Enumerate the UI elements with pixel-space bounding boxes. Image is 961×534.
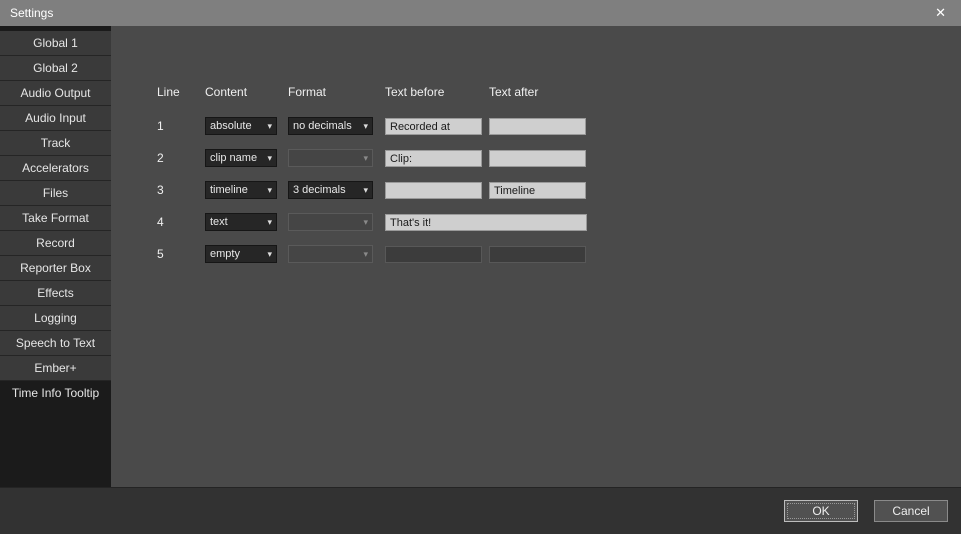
chevron-down-icon: ▾ [267,122,272,131]
format-dropdown[interactable]: no decimals ▾ [288,117,373,135]
dropdown-value: timeline [210,184,267,196]
header-content: Content [205,85,288,99]
text-after-input[interactable] [489,118,586,135]
table-row: 5 empty ▾ ▾ [111,238,961,270]
sidebar-item-time-info-tooltip[interactable]: Time Info Tooltip [0,381,111,406]
window-title: Settings [10,6,930,20]
sidebar-item-ember-plus[interactable]: Ember+ [0,356,111,381]
chevron-down-icon: ▾ [267,186,272,195]
table-row: 4 text ▾ ▾ [111,206,961,238]
dropdown-value: text [210,216,267,228]
close-icon[interactable]: ✕ [930,5,951,21]
sidebar-item-logging[interactable]: Logging [0,306,111,331]
cancel-button[interactable]: Cancel [874,500,948,522]
sidebar-item-effects[interactable]: Effects [0,281,111,306]
line-number: 4 [157,215,205,229]
sidebar-item-global-2[interactable]: Global 2 [0,56,111,81]
dropdown-value: no decimals [293,120,363,132]
line-number: 3 [157,183,205,197]
format-dropdown: ▾ [288,245,373,263]
table-header-row: Line Content Format Text before Text aft… [111,82,961,102]
text-before-input[interactable] [385,182,482,199]
sidebar-item-record[interactable]: Record [0,231,111,256]
table-row: 3 timeline ▾ 3 decimals ▾ [111,174,961,206]
format-dropdown[interactable]: 3 decimals ▾ [288,181,373,199]
header-line: Line [157,85,205,99]
header-text-after: Text after [489,85,593,99]
sidebar-item-take-format[interactable]: Take Format [0,206,111,231]
chevron-down-icon: ▾ [267,154,272,163]
sidebar-item-speech-to-text[interactable]: Speech to Text [0,331,111,356]
dropdown-value: absolute [210,120,267,132]
chevron-down-icon: ▾ [363,250,368,259]
table-row: 1 absolute ▾ no decimals ▾ [111,110,961,142]
ok-button[interactable]: OK [784,500,858,522]
dialog-footer: OK Cancel [0,487,961,534]
line-number: 5 [157,247,205,261]
line-number: 1 [157,119,205,133]
content-dropdown[interactable]: timeline ▾ [205,181,277,199]
text-before-input[interactable] [385,118,482,135]
title-bar: Settings ✕ [0,0,961,26]
content-dropdown[interactable]: absolute ▾ [205,117,277,135]
sidebar-item-accelerators[interactable]: Accelerators [0,156,111,181]
text-before-input [385,246,482,263]
sidebar-item-files[interactable]: Files [0,181,111,206]
header-text-before: Text before [385,85,489,99]
text-input[interactable] [385,214,587,231]
line-number: 2 [157,151,205,165]
text-after-input[interactable] [489,150,586,167]
chevron-down-icon: ▾ [363,154,368,163]
sidebar-item-reporter-box[interactable]: Reporter Box [0,256,111,281]
content-dropdown[interactable]: empty ▾ [205,245,277,263]
time-info-tooltip-panel: Line Content Format Text before Text aft… [111,26,961,487]
sidebar-item-track[interactable]: Track [0,131,111,156]
chevron-down-icon: ▾ [363,186,368,195]
dropdown-value: empty [210,248,267,260]
format-dropdown: ▾ [288,149,373,167]
chevron-down-icon: ▾ [267,218,272,227]
chevron-down-icon: ▾ [267,250,272,259]
dialog-body: Global 1 Global 2 Audio Output Audio Inp… [0,26,961,487]
content-dropdown[interactable]: clip name ▾ [205,149,277,167]
dropdown-value: 3 decimals [293,184,363,196]
table-row: 2 clip name ▾ ▾ [111,142,961,174]
chevron-down-icon: ▾ [363,218,368,227]
header-format: Format [288,85,385,99]
dropdown-value: clip name [210,152,267,164]
text-after-input[interactable] [489,182,586,199]
text-after-input [489,246,586,263]
format-dropdown: ▾ [288,213,373,231]
sidebar-item-audio-input[interactable]: Audio Input [0,106,111,131]
sidebar-item-global-1[interactable]: Global 1 [0,31,111,56]
settings-sidebar: Global 1 Global 2 Audio Output Audio Inp… [0,26,111,487]
chevron-down-icon: ▾ [363,122,368,131]
text-before-input[interactable] [385,150,482,167]
content-dropdown[interactable]: text ▾ [205,213,277,231]
settings-window: Settings ✕ Global 1 Global 2 Audio Outpu… [0,0,961,534]
sidebar-item-audio-output[interactable]: Audio Output [0,81,111,106]
